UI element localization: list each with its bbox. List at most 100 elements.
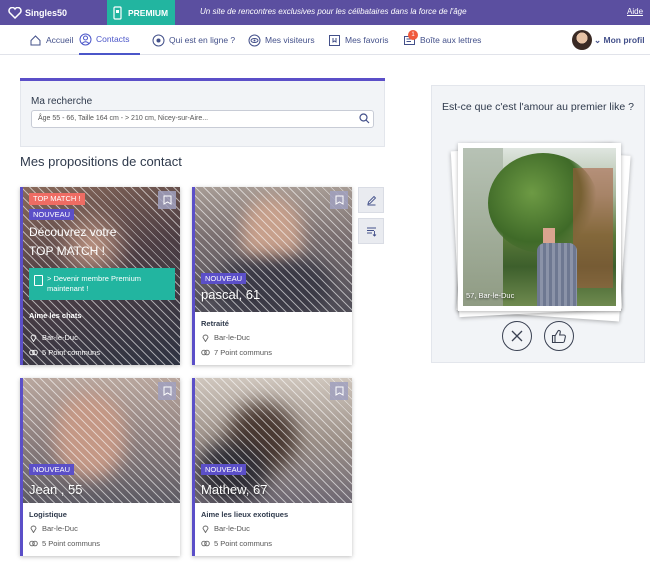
cta-line1: > Devenir membre Premium bbox=[47, 274, 141, 283]
premium-icon bbox=[113, 5, 122, 20]
nav-online[interactable]: Qui est en ligne ? bbox=[152, 25, 235, 55]
site-tagline: Un site de rencontres exclusives pour le… bbox=[200, 7, 467, 16]
card-city: Bar-le-Duc bbox=[201, 333, 250, 342]
nav-mailbox-label: Boîte aux lettres bbox=[420, 35, 482, 45]
bookmark-button[interactable] bbox=[330, 382, 348, 400]
bookmark-icon bbox=[329, 34, 340, 46]
top-match-card[interactable]: TOP MATCH ! NOUVEAU Découvrez votre TOP … bbox=[20, 187, 180, 365]
location-pin-icon bbox=[202, 525, 209, 533]
sort-button[interactable] bbox=[358, 218, 384, 244]
nav-favorites[interactable]: Mes favoris bbox=[328, 25, 388, 55]
card-common: 5 Point communs bbox=[201, 539, 272, 548]
card-city: Bar-le-Duc bbox=[29, 524, 78, 533]
eye-icon bbox=[248, 34, 261, 46]
search-input[interactable]: Âge 55 - 66, Taille 164 cm - > 210 cm, N… bbox=[31, 110, 374, 128]
card-common-label: 5 Point communs bbox=[42, 539, 100, 548]
card-city-label: Bar-le-Duc bbox=[42, 333, 78, 342]
brand-logo[interactable]: Singles50 bbox=[8, 5, 67, 20]
bookmark-button[interactable] bbox=[158, 382, 176, 400]
card-accent bbox=[192, 187, 195, 365]
rings-icon bbox=[29, 349, 38, 356]
card-common-label: 5 Point communs bbox=[42, 348, 100, 357]
like-button[interactable] bbox=[544, 321, 574, 351]
new-badge: NOUVEAU bbox=[201, 273, 247, 284]
thumbs-up-icon bbox=[551, 329, 566, 343]
mail-count-badge: 1 bbox=[408, 30, 418, 40]
nav-online-label: Qui est en ligne ? bbox=[169, 35, 236, 45]
top-match-badge: TOP MATCH ! bbox=[29, 193, 85, 205]
nav-contacts[interactable]: Contacts bbox=[79, 25, 140, 55]
location-pin-icon bbox=[30, 525, 37, 533]
location-pin-icon bbox=[202, 334, 209, 342]
card-common: 5 Point communs bbox=[29, 348, 100, 357]
bookmark-icon bbox=[335, 386, 343, 396]
like-photo bbox=[463, 148, 616, 306]
rings-icon bbox=[29, 540, 38, 547]
online-icon bbox=[152, 34, 165, 46]
help-link[interactable]: Aide bbox=[627, 7, 643, 16]
like-photo-card[interactable] bbox=[458, 143, 621, 311]
dislike-button[interactable] bbox=[502, 321, 532, 351]
profile-name: pascal, 61 bbox=[201, 287, 261, 302]
card-accent bbox=[20, 378, 23, 556]
avatar[interactable] bbox=[572, 30, 592, 50]
home-icon bbox=[30, 34, 41, 45]
premium-upgrade-button[interactable]: > Devenir membre Premium maintenant ! bbox=[29, 268, 175, 300]
pencil-icon bbox=[366, 195, 376, 205]
contacts-icon bbox=[79, 33, 92, 45]
heart-logo-icon bbox=[8, 6, 22, 19]
card-trait: Logistique bbox=[29, 510, 67, 519]
premium-icon bbox=[34, 275, 43, 286]
nav-contacts-label: Contacts bbox=[96, 34, 130, 44]
top-match-title-line2: TOP MATCH ! bbox=[29, 244, 106, 258]
card-accent bbox=[192, 378, 195, 556]
bookmark-icon bbox=[335, 195, 343, 205]
card-common: 7 Point communs bbox=[201, 348, 272, 357]
profile-card[interactable]: NOUVEAU Mathew, 67 Aime les lieux exotiq… bbox=[192, 378, 352, 556]
sort-icon bbox=[366, 227, 376, 237]
section-title: Mes propositions de contact bbox=[20, 154, 182, 169]
profile-card[interactable]: NOUVEAU Jean , 55 Logistique Bar-le-Duc … bbox=[20, 378, 180, 556]
profile-menu[interactable]: ⌄ Mon profil bbox=[594, 35, 645, 46]
card-city-label: Bar-le-Duc bbox=[214, 524, 250, 533]
brand-name: Singles50 bbox=[25, 7, 68, 18]
search-title: Ma recherche bbox=[31, 96, 93, 107]
top-match-title: Découvrez votre TOP MATCH ! bbox=[29, 223, 174, 261]
profile-label: Mon profil bbox=[603, 35, 645, 45]
new-badge: NOUVEAU bbox=[29, 464, 75, 475]
location-pin-icon bbox=[30, 334, 37, 342]
edit-button[interactable] bbox=[358, 187, 384, 213]
nav-visitors-label: Mes visiteurs bbox=[265, 35, 315, 45]
card-trait: Retraité bbox=[201, 319, 229, 328]
card-city-label: Bar-le-Duc bbox=[42, 524, 78, 533]
nav-home[interactable]: Accueil bbox=[29, 25, 73, 55]
chevron-down-icon: ⌄ bbox=[594, 35, 602, 45]
nav-home-label: Accueil bbox=[46, 35, 74, 45]
premium-label: PREMIUM bbox=[128, 7, 169, 18]
like-photo-caption: 57, Bar-le-Duc bbox=[466, 291, 515, 300]
nav-visitors[interactable]: Mes visiteurs bbox=[248, 25, 315, 55]
rings-icon bbox=[201, 540, 210, 547]
profile-name: Jean , 55 bbox=[29, 482, 83, 497]
bookmark-icon bbox=[163, 386, 171, 396]
top-match-title-line1: Découvrez votre bbox=[29, 225, 117, 239]
bookmark-button[interactable] bbox=[158, 191, 176, 209]
nav-favorites-label: Mes favoris bbox=[345, 35, 389, 45]
premium-button[interactable]: PREMIUM bbox=[107, 0, 175, 25]
card-common-label: 5 Point communs bbox=[214, 539, 272, 548]
bookmark-button[interactable] bbox=[330, 191, 348, 209]
profile-name: Mathew, 67 bbox=[201, 482, 268, 497]
card-city: Bar-le-Duc bbox=[201, 524, 250, 533]
rings-icon bbox=[201, 349, 210, 356]
profile-card[interactable]: NOUVEAU pascal, 61 Retraité Bar-le-Duc 7… bbox=[192, 187, 352, 365]
bookmark-icon bbox=[163, 195, 171, 205]
search-icon[interactable] bbox=[359, 113, 370, 124]
close-icon bbox=[511, 330, 523, 342]
new-badge: NOUVEAU bbox=[201, 464, 247, 475]
cta-line2: maintenant ! bbox=[47, 284, 89, 293]
card-trait: Aime les chats bbox=[29, 311, 82, 320]
card-accent bbox=[20, 187, 23, 365]
like-question: Est-ce que c'est l'amour au premier like… bbox=[442, 101, 634, 113]
new-badge: NOUVEAU bbox=[29, 209, 75, 220]
card-common-label: 7 Point communs bbox=[214, 348, 272, 357]
